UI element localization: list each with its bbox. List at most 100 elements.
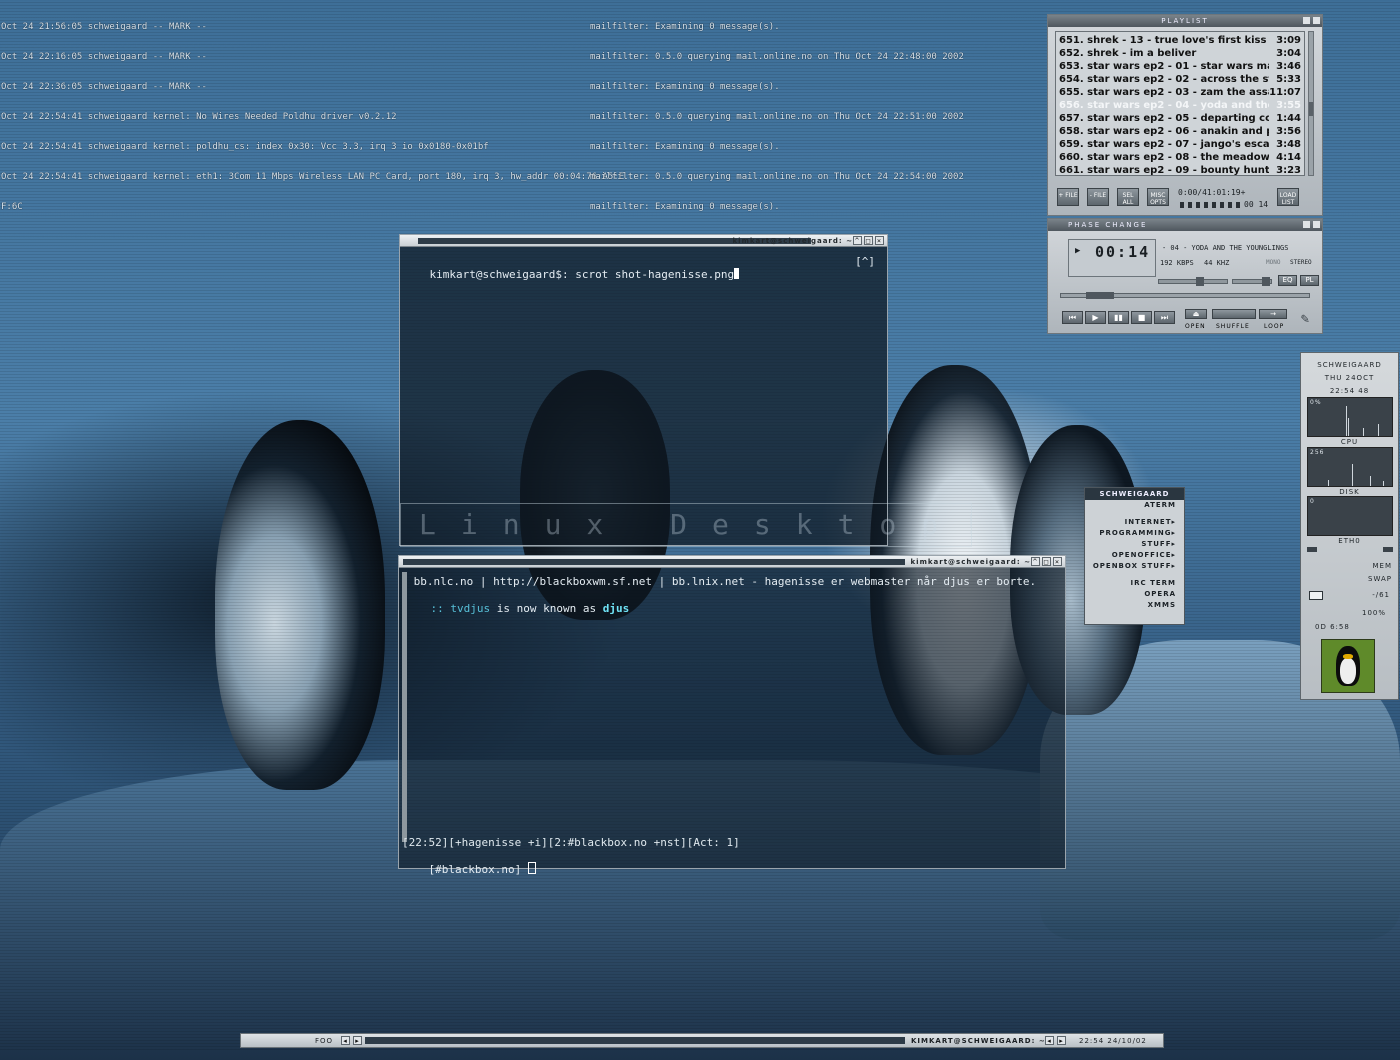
workspace-next-button[interactable]: ▸ (353, 1036, 362, 1045)
terminal-1-content[interactable]: kimkart@schweigaard$: scrot shot-hagenis… (403, 255, 881, 541)
playlist-item[interactable]: 660. star wars ep2 - 08 - the meadow pic… (1059, 151, 1301, 164)
close-button[interactable]: × (1053, 557, 1062, 566)
blackbox-toolbar[interactable]: FOO ◂ ▸ KIMKART@SCHWEIGAARD: ~ ◂ ▸ 22:54… (240, 1033, 1164, 1048)
mailfilter-line: mailfilter: Examining 0 message(s). (590, 202, 780, 212)
gkrellm-date: THU 24OCT (1324, 374, 1375, 382)
menu-item-aterm[interactable]: ATERM (1085, 500, 1184, 511)
playlist-item[interactable]: 654. star wars ep2 - 02 - across the sta… (1059, 73, 1301, 86)
mem-meter-right (1383, 547, 1393, 552)
play-state-icon: ▶ (1075, 246, 1081, 256)
add-file-button[interactable]: + FILE (1057, 188, 1079, 206)
misc-options-button[interactable]: MISC OPTS (1147, 188, 1169, 206)
cpu-graph-value: 0% (1310, 399, 1322, 406)
playlist-close-icon[interactable] (1313, 17, 1320, 24)
menu-item-internet[interactable]: INTERNET▸ (1085, 517, 1184, 528)
bitrate: 192 KBPS (1160, 259, 1194, 267)
previous-button[interactable]: ⏮ (1062, 311, 1083, 324)
shuffle-button[interactable] (1212, 309, 1256, 319)
playlist-item-title: 651. shrek - 13 - true love's first kiss (1059, 35, 1267, 46)
shade-button[interactable]: ^ (853, 236, 862, 245)
remove-file-button[interactable]: - FILE (1087, 188, 1109, 206)
open-label: OPEN (1185, 323, 1206, 330)
pause-button[interactable]: ▮▮ (1108, 311, 1129, 324)
irc-terminal-window[interactable]: kimkart@schweigaard: ~ ^ □ × bb.nlc.no |… (398, 555, 1066, 876)
playlist-item[interactable]: 657. star wars ep2 - 05 - departing coru… (1059, 112, 1301, 125)
playlist-item-title: 659. star wars ep2 - 07 - jango's escape (1059, 139, 1269, 150)
irc-event-line: :: tvdjus is now known as djus (404, 589, 630, 628)
player-close-icon[interactable] (1313, 221, 1320, 228)
volume-slider[interactable] (1158, 277, 1228, 286)
playlist-item[interactable]: 656. star wars ep2 - 04 - yoda and the y… (1059, 99, 1301, 112)
player-titlebar[interactable]: PHASE CHANGE (1048, 219, 1322, 231)
menu-item-openbox-stuff[interactable]: OPENBOX STUFF▸ (1085, 561, 1184, 572)
terminal-window-1[interactable]: kimkart@schweigaard: ~ ^ □ × kimkart@sch… (399, 234, 888, 546)
balance-knob[interactable] (1261, 277, 1270, 286)
workspace-name[interactable]: FOO (315, 1037, 333, 1045)
menu-item-programming[interactable]: PROGRAMMING▸ (1085, 528, 1184, 539)
disk-graph: 256 (1307, 447, 1393, 487)
irc-input-line[interactable]: [#blackbox.no] (402, 849, 536, 889)
root-menu[interactable]: SCHWEIGAARD ATERM INTERNET▸ PROGRAMMING▸… (1084, 487, 1185, 625)
mini-transport-controls[interactable] (1180, 202, 1240, 208)
eject-button[interactable]: ⏏ (1185, 309, 1207, 319)
playlist-list[interactable]: 651. shrek - 13 - true love's first kiss… (1055, 31, 1305, 176)
volume-knob[interactable] (1196, 277, 1205, 286)
playlist-item-title: 653. star wars ep2 - 01 - star wars main… (1059, 61, 1269, 72)
workspace-prev-button[interactable]: ◂ (341, 1036, 350, 1045)
maximize-button[interactable]: □ (864, 236, 873, 245)
maximize-button[interactable]: □ (1042, 557, 1051, 566)
window-next-button[interactable]: ▸ (1057, 1036, 1066, 1045)
playlist-toggle[interactable]: PL (1300, 275, 1319, 286)
load-list-button[interactable]: LOAD LIST (1277, 188, 1299, 206)
toolbar-clock: 22:54 24/10/02 (1079, 1037, 1147, 1045)
irc-status-bar: [22:52][+hagenisse +i][2:#blackbox.no +n… (402, 836, 740, 849)
playlist-item[interactable]: 653. star wars ep2 - 01 - star wars main… (1059, 60, 1301, 73)
song-title-scroller[interactable]: - 04 - YODA AND THE YOUNGLINGS (1162, 243, 1317, 255)
swap-label: SWAP (1368, 575, 1392, 583)
playlist-scroll-thumb[interactable] (1309, 102, 1313, 116)
gkrellm-monitor[interactable]: SCHWEIGAARD THU 24OCT 22:54 48 0% CPU 25… (1300, 352, 1399, 700)
stop-button[interactable]: ■ (1131, 311, 1152, 324)
playlist-item[interactable]: 661. star wars ep2 - 09 - bounty hunter'… (1059, 164, 1301, 177)
mail-icon[interactable] (1309, 591, 1323, 600)
playlist-item[interactable]: 651. shrek - 13 - true love's first kiss… (1059, 34, 1301, 47)
balance-slider[interactable] (1232, 277, 1272, 286)
irc-event-prefix: :: (430, 602, 451, 615)
focused-window-title[interactable]: KIMKART@SCHWEIGAARD: ~ (911, 1037, 1046, 1045)
seek-bar[interactable] (1060, 292, 1310, 299)
seek-knob[interactable] (1085, 292, 1114, 299)
playlist-item[interactable]: 652. shrek - im a beliver 3:04 (1059, 47, 1301, 60)
playlist-item[interactable]: 655. star wars ep2 - 03 - zam the assas.… (1059, 86, 1301, 99)
xmms-playlist-window[interactable]: PLAYLIST 651. shrek - 13 - true love's f… (1047, 14, 1323, 216)
title-grip (403, 559, 905, 565)
playlist-shade-icon[interactable] (1303, 17, 1310, 24)
playlist-item[interactable]: 659. star wars ep2 - 07 - jango's escape… (1059, 138, 1301, 151)
irc-input-prompt: [#blackbox.no] (428, 863, 528, 876)
repeat-button[interactable]: → (1259, 309, 1287, 319)
menu-item-openoffice[interactable]: OPENOFFICE▸ (1085, 550, 1184, 561)
window-prev-button[interactable]: ◂ (1045, 1036, 1054, 1045)
mailfilter-line: mailfilter: 0.5.0 querying mail.online.n… (590, 172, 964, 182)
select-all-button[interactable]: SEL ALL (1117, 188, 1139, 206)
menu-item-irc-term[interactable]: IRC TERM (1085, 578, 1184, 589)
shade-button[interactable]: ^ (1031, 557, 1040, 566)
menu-item-xmms[interactable]: XMMS (1085, 600, 1184, 611)
play-button[interactable]: ▶ (1085, 311, 1106, 324)
menu-item-stuff[interactable]: STUFF▸ (1085, 539, 1184, 550)
next-button[interactable]: ⏭ (1154, 311, 1175, 324)
playlist-item-duration: 3:23 (1276, 165, 1301, 176)
playlist-time-now: 00 14 (1244, 200, 1269, 209)
playlist-item[interactable]: 658. star wars ep2 - 06 - anakin and pad… (1059, 125, 1301, 138)
wrench-icon[interactable]: ✎ (1296, 310, 1314, 328)
menu-item-opera[interactable]: OPERA (1085, 589, 1184, 600)
irc-old-nick: tvdjus (450, 602, 491, 615)
player-shade-icon[interactable] (1303, 221, 1310, 228)
equalizer-toggle[interactable]: EQ (1278, 275, 1297, 286)
playlist-titlebar[interactable]: PLAYLIST (1048, 15, 1322, 27)
irc-terminal-titlebar[interactable]: kimkart@schweigaard: ~ ^ □ × (399, 556, 1065, 568)
terminal-1-titlebar[interactable]: kimkart@schweigaard: ~ ^ □ × (400, 235, 887, 247)
playlist-scrollbar[interactable] (1308, 31, 1314, 176)
playlist-item-duration: 3:48 (1276, 139, 1301, 150)
close-button[interactable]: × (875, 236, 884, 245)
xmms-player-window[interactable]: PHASE CHANGE ▶ 00:14 - 04 - YODA AND THE… (1047, 218, 1323, 334)
